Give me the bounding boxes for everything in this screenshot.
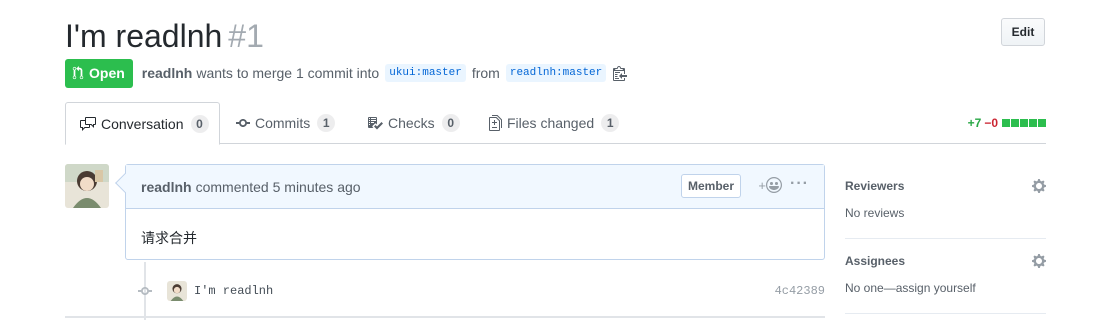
pr-author-link[interactable]: readlnh xyxy=(142,65,193,81)
git-pull-request-icon xyxy=(72,66,84,80)
commit-message-link[interactable]: I'm readlnh xyxy=(194,284,273,298)
pr-sidebar: Reviewers No reviews Assignees No one—as… xyxy=(845,164,1046,314)
tab-conversation[interactable]: Conversation 0 xyxy=(65,102,220,145)
commit-sha-link[interactable]: 4c42389 xyxy=(775,284,825,298)
comment-header: readlnh commented 5 minutes ago Member +… xyxy=(126,165,824,209)
state-badge: Open xyxy=(65,58,133,88)
commit-author-avatar[interactable] xyxy=(167,281,187,301)
timeline-divider xyxy=(65,316,825,318)
tab-counter: 1 xyxy=(601,114,620,132)
assignees-value[interactable]: No one—assign yourself xyxy=(845,281,976,295)
member-badge: Member xyxy=(680,174,741,198)
reviewers-heading[interactable]: Reviewers xyxy=(845,179,904,193)
pr-header: I'm readlnh #1 Edit xyxy=(65,14,1045,58)
additions-count: +7 xyxy=(967,116,982,130)
pr-meta: Open readlnh wants to merge 1 commit int… xyxy=(65,58,628,88)
pr-title: I'm readlnh #1 xyxy=(65,14,1045,58)
comment-card: readlnh commented 5 minutes ago Member +… xyxy=(115,164,825,260)
comment-options-button[interactable]: ··· xyxy=(790,175,809,193)
gear-icon[interactable] xyxy=(1032,253,1046,272)
diffstat-block xyxy=(1038,119,1046,127)
diffstat-blocks xyxy=(1002,119,1046,127)
checklist-icon xyxy=(368,117,383,130)
comment-discussion-icon xyxy=(80,116,96,131)
tab-counter: 0 xyxy=(441,114,460,132)
clippy-icon[interactable] xyxy=(613,65,628,81)
pr-tabnav: Conversation 0 Commits 1 Checks 0 Files … xyxy=(65,102,1046,145)
head-branch[interactable]: readlnh:master xyxy=(505,64,607,82)
deletions-count: −0 xyxy=(984,116,998,130)
tab-commits[interactable]: Commits 1 xyxy=(236,102,336,144)
tab-files-changed[interactable]: Files changed 1 xyxy=(489,102,620,144)
tab-counter: 0 xyxy=(190,114,209,133)
diffstat-block xyxy=(1020,119,1028,127)
reviewers-value: No reviews xyxy=(845,206,905,220)
git-commit-icon xyxy=(236,119,250,127)
file-diff-icon xyxy=(489,115,502,131)
timeline-commit: I'm readlnh 4c42389 xyxy=(135,276,825,306)
pr-number: #1 xyxy=(228,18,264,54)
tab-label: Files changed xyxy=(507,115,595,131)
avatar[interactable] xyxy=(65,164,109,208)
plus-icon: + xyxy=(758,177,766,193)
state-label: Open xyxy=(89,65,125,81)
edit-button[interactable]: Edit xyxy=(1001,18,1045,46)
assignees-heading[interactable]: Assignees xyxy=(845,254,905,268)
tab-counter: 1 xyxy=(317,114,336,132)
tab-checks[interactable]: Checks 0 xyxy=(367,102,460,144)
base-branch[interactable]: ukui:master xyxy=(385,64,466,82)
merge-from-text: from xyxy=(471,65,500,81)
add-reaction-button[interactable]: + xyxy=(758,177,782,193)
merge-text: wants to merge 1 commit into xyxy=(196,65,380,81)
diffstat[interactable]: +7 −0 xyxy=(968,102,1046,144)
comment-timestamp[interactable]: commented 5 minutes ago xyxy=(196,179,361,195)
pr-title-text: I'm readlnh xyxy=(65,18,223,54)
comment-body: 请求合并 xyxy=(141,231,197,247)
gear-icon[interactable] xyxy=(1032,178,1046,197)
tab-label: Conversation xyxy=(101,115,184,132)
diffstat-block xyxy=(1029,119,1037,127)
sidebar-assignees: Assignees No one—assign yourself xyxy=(845,239,1046,314)
diffstat-block xyxy=(1002,119,1010,127)
tab-label: Checks xyxy=(388,115,435,131)
git-commit-icon xyxy=(135,283,155,299)
merge-description: readlnh wants to merge 1 commit into uku… xyxy=(142,64,628,82)
comment-author-link[interactable]: readlnh xyxy=(141,179,192,195)
tab-label: Commits xyxy=(255,115,311,131)
sidebar-reviewers: Reviewers No reviews xyxy=(845,164,1046,239)
diffstat-block xyxy=(1011,119,1019,127)
smiley-icon xyxy=(766,177,782,193)
